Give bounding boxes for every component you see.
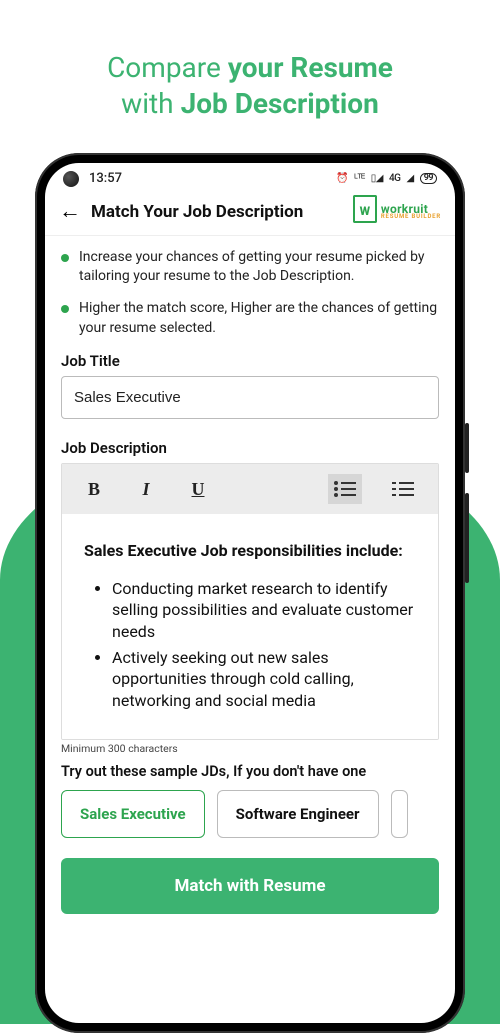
brand-logo: workruit RESUME BUILDER (353, 201, 441, 223)
job-description-editor: B I U (61, 463, 439, 740)
phone-frame: 13:57 ⏰ ᴸᵀᴱ ▯◢ 4G ◢ 99 ← Match Your Job … (35, 153, 465, 1033)
bulleted-list-icon (334, 481, 356, 497)
tip-item: Increase your chances of getting your re… (61, 248, 439, 287)
status-icons: ⏰ ᴸᵀᴱ ▯◢ 4G ◢ 99 (336, 173, 437, 184)
sample-jds-list: Sales Executive Software Engineer (61, 790, 439, 838)
job-description-textarea[interactable]: Sales Executive Job responsibilities inc… (62, 514, 438, 739)
alarm-icon: ⏰ (336, 174, 348, 184)
brand-logo-icon (353, 201, 377, 223)
app-header: ← Match Your Job Description workruit RE… (45, 191, 455, 236)
numbered-list-icon (392, 481, 414, 497)
marketing-headline: Compare your Resume with Job Description (0, 0, 500, 153)
page-title: Match Your Job Description (91, 202, 343, 222)
status-time: 13:57 (89, 171, 122, 186)
brand-tagline: RESUME BUILDER (381, 214, 441, 219)
battery-icon: 99 (420, 173, 437, 184)
back-button[interactable]: ← (59, 201, 81, 223)
jd-bullet: Actively seeking out new sales opportuni… (112, 647, 416, 712)
sample-jds-label: Try out these sample JDs, If you don't h… (61, 763, 439, 780)
volte-icon: ᴸᵀᴱ (354, 174, 364, 184)
match-resume-button[interactable]: Match with Resume (61, 858, 439, 914)
numbered-list-button[interactable] (386, 474, 420, 504)
italic-button[interactable]: I (132, 475, 160, 503)
jd-heading: Sales Executive Job responsibilities inc… (84, 540, 416, 562)
signal-icon: ▯◢ (371, 174, 383, 184)
bulleted-list-button[interactable] (328, 474, 362, 504)
min-chars-hint: Minimum 300 characters (61, 742, 439, 755)
signal-icon: ◢ (407, 174, 414, 184)
sample-jd-chip[interactable]: Software Engineer (217, 790, 379, 838)
sample-jd-chip[interactable] (391, 790, 409, 838)
job-title-input[interactable] (61, 376, 439, 419)
network-4g-icon: 4G (389, 174, 401, 184)
front-camera-icon (63, 171, 79, 187)
job-title-label: Job Title (61, 352, 439, 370)
underline-button[interactable]: U (184, 475, 212, 503)
sample-jd-chip[interactable]: Sales Executive (61, 790, 205, 838)
tip-item: Higher the match score, Higher are the c… (61, 299, 439, 338)
status-bar: 13:57 ⏰ ᴸᵀᴱ ▯◢ 4G ◢ 99 (45, 163, 455, 191)
tips-list: Increase your chances of getting your re… (61, 248, 439, 338)
editor-toolbar: B I U (62, 464, 438, 514)
phone-hardware-button (465, 423, 469, 473)
bold-button[interactable]: B (80, 475, 108, 503)
job-description-label: Job Description (61, 439, 439, 457)
phone-hardware-button (465, 493, 469, 583)
jd-bullet: Conducting market research to identify s… (112, 578, 416, 643)
